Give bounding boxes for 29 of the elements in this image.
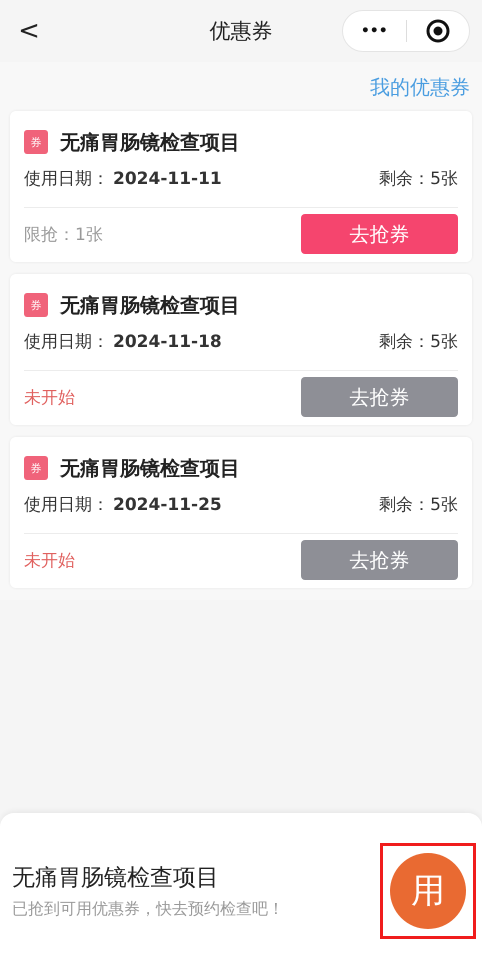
- coupon-status: 未开始: [24, 386, 75, 408]
- coupon-tag: 券: [24, 456, 48, 480]
- project-title: 无痛胃肠镜检查项目: [12, 864, 220, 893]
- date-label: 使用日期：: [24, 332, 109, 352]
- date-label: 使用日期：: [24, 494, 109, 514]
- use-date: 2024-11-18: [113, 332, 222, 352]
- use-button[interactable]: 用: [390, 853, 466, 929]
- remaining-count: 剩余：5张: [379, 330, 458, 352]
- coupon-tag: 券: [24, 130, 48, 154]
- coupon-name: 无痛胃肠镜检查项目: [60, 128, 240, 156]
- grab-coupon-button[interactable]: 去抢券: [301, 377, 458, 417]
- more-button[interactable]: •••: [343, 22, 406, 40]
- use-date: 2024-11-11: [113, 168, 222, 188]
- coupon-name: 无痛胃肠镜检查项目: [60, 454, 240, 482]
- my-coupons-link[interactable]: 我的优惠券: [370, 74, 470, 101]
- remaining-count: 剩余：5张: [379, 494, 458, 516]
- coupon-hint: 已抢到可用优惠券，快去预约检查吧！: [12, 899, 285, 920]
- coupon-name: 无痛胃肠镜检查项目: [60, 292, 240, 318]
- coupon-tag: 券: [24, 293, 48, 317]
- coupon-status: 未开始: [24, 550, 75, 572]
- target-icon: [426, 19, 450, 43]
- page-title: 优惠券: [210, 18, 272, 45]
- back-button[interactable]: <: [14, 16, 44, 46]
- use-date: 2024-11-25: [113, 494, 222, 514]
- grab-coupon-button[interactable]: 去抢券: [301, 214, 458, 254]
- date-label: 使用日期：: [24, 168, 109, 188]
- coupon-status: 限抢：1张: [24, 224, 103, 246]
- remaining-count: 剩余：5张: [379, 168, 458, 190]
- grab-coupon-button[interactable]: 去抢券: [301, 540, 458, 580]
